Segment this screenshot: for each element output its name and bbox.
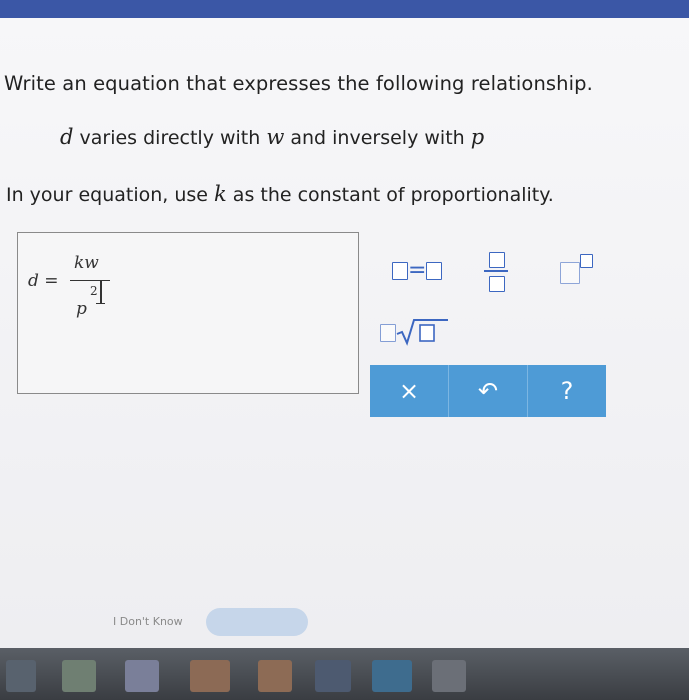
denominator-box-icon: [489, 276, 505, 292]
top-bar: [0, 0, 689, 18]
left-box-icon: [392, 261, 408, 280]
taskbar-app-onenote[interactable]: [125, 660, 159, 692]
clear-button[interactable]: ×: [370, 365, 449, 417]
undo-button[interactable]: ↶: [449, 365, 528, 417]
taskbar-app-8[interactable]: [432, 660, 466, 692]
fraction-bar: [70, 280, 110, 281]
relationship-statement: d varies directly with w and inversely w…: [60, 125, 484, 149]
answer-input-box[interactable]: d = kw 2 p: [17, 232, 359, 394]
equals-sign: =: [44, 271, 59, 291]
variable-p: p: [470, 125, 485, 149]
lhs-variable: d: [28, 271, 39, 291]
help-button[interactable]: ?: [528, 365, 606, 417]
dont-know-link[interactable]: I Don't Know: [113, 615, 183, 628]
taskbar-app-6[interactable]: [315, 660, 351, 692]
action-toolbar: × ↶ ?: [370, 365, 606, 417]
base-box-icon: [560, 262, 580, 284]
instruction-text-1: In your equation, use: [6, 184, 215, 206]
question-icon: ?: [560, 377, 574, 405]
taskbar-app-4[interactable]: [190, 660, 230, 692]
sqrt-template-button[interactable]: [380, 316, 452, 346]
close-icon: ×: [398, 377, 420, 405]
instruction-text: In your equation, use k as the constant …: [6, 182, 554, 206]
taskbar: [0, 648, 689, 700]
undo-icon: ↶: [477, 377, 499, 405]
fraction-denominator[interactable]: p: [76, 299, 87, 319]
taskbar-app-1[interactable]: [6, 660, 36, 692]
fraction-line-icon: [484, 270, 508, 272]
fraction-numerator[interactable]: kw: [74, 253, 99, 273]
relationship-text-1: varies directly with: [73, 127, 267, 149]
submit-button[interactable]: [206, 608, 308, 636]
question-prompt: Write an equation that expresses the fol…: [4, 72, 593, 95]
relationship-text-2: and inversely with: [284, 127, 471, 149]
taskbar-app-office[interactable]: [258, 660, 292, 692]
equals-symbol: =: [408, 258, 427, 283]
numerator-box-icon: [489, 252, 505, 268]
square-root-icon: [396, 319, 448, 346]
coefficient-box-icon: [380, 324, 396, 342]
variable-w: w: [266, 125, 285, 149]
taskbar-app-7[interactable]: [372, 660, 412, 692]
instruction-text-2: as the constant of proportionality.: [226, 184, 554, 206]
equals-template-button[interactable]: =: [392, 258, 443, 283]
power-template-button[interactable]: [550, 252, 594, 286]
text-cursor: [100, 280, 102, 304]
fraction-template-button[interactable]: [482, 248, 510, 294]
equation-lhs: d =: [28, 271, 59, 291]
taskbar-app-excel[interactable]: [62, 660, 96, 692]
superscript-box-icon: [580, 254, 593, 268]
text-cursor-base: [96, 303, 105, 304]
variable-d: d: [60, 125, 74, 149]
fraction-exponent[interactable]: 2: [90, 284, 98, 298]
variable-k: k: [214, 182, 227, 206]
right-box-icon: [426, 261, 443, 280]
